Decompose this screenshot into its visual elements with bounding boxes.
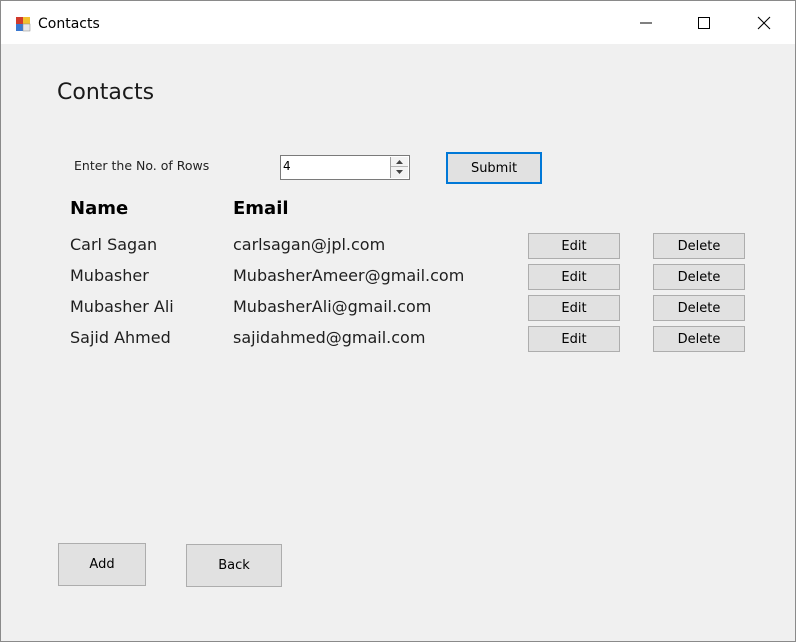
page-title: Contacts bbox=[57, 80, 155, 105]
delete-button[interactable]: Delete bbox=[653, 233, 745, 259]
close-icon bbox=[757, 16, 771, 29]
back-button[interactable]: Back bbox=[186, 544, 282, 587]
add-button[interactable]: Add bbox=[58, 543, 146, 586]
contact-name: Carl Sagan bbox=[70, 235, 158, 254]
stepper-up-button[interactable] bbox=[391, 157, 408, 167]
edit-button[interactable]: Edit bbox=[528, 295, 620, 321]
rows-count-label: Enter the No. of Rows bbox=[74, 158, 210, 173]
stepper-buttons bbox=[390, 157, 408, 178]
contact-name: Sajid Ahmed bbox=[70, 328, 171, 347]
delete-button[interactable]: Delete bbox=[653, 264, 745, 290]
minimize-icon bbox=[640, 22, 652, 23]
contact-name: Mubasher Ali bbox=[70, 297, 174, 316]
submit-button[interactable]: Submit bbox=[446, 152, 542, 184]
edit-button[interactable]: Edit bbox=[528, 326, 620, 352]
chevron-down-icon bbox=[396, 170, 403, 174]
chevron-up-icon bbox=[396, 159, 403, 164]
close-button[interactable] bbox=[741, 1, 787, 44]
maximize-icon bbox=[698, 16, 710, 29]
column-header-name: Name bbox=[70, 198, 129, 219]
contacts-window: Contacts Contacts Enter the No. of Rows … bbox=[0, 0, 796, 642]
contact-email: carlsagan@jpl.com bbox=[233, 235, 386, 254]
app-window-icon bbox=[15, 16, 31, 32]
title-bar[interactable]: Contacts bbox=[1, 1, 795, 44]
window-title: Contacts bbox=[38, 16, 100, 32]
rows-count-stepper[interactable]: 4 bbox=[280, 155, 410, 180]
contact-email: MubasherAli@gmail.com bbox=[233, 297, 432, 316]
delete-button[interactable]: Delete bbox=[653, 326, 745, 352]
stepper-down-button[interactable] bbox=[391, 167, 408, 177]
contact-email: sajidahmed@gmail.com bbox=[233, 328, 426, 347]
edit-button[interactable]: Edit bbox=[528, 264, 620, 290]
rows-count-value[interactable]: 4 bbox=[283, 159, 291, 173]
contact-name: Mubasher bbox=[70, 266, 149, 285]
edit-button[interactable]: Edit bbox=[528, 233, 620, 259]
contact-email: MubasherAmeer@gmail.com bbox=[233, 266, 465, 285]
column-header-email: Email bbox=[233, 198, 289, 219]
maximize-button[interactable] bbox=[681, 1, 727, 44]
delete-button[interactable]: Delete bbox=[653, 295, 745, 321]
minimize-button[interactable] bbox=[623, 1, 669, 44]
